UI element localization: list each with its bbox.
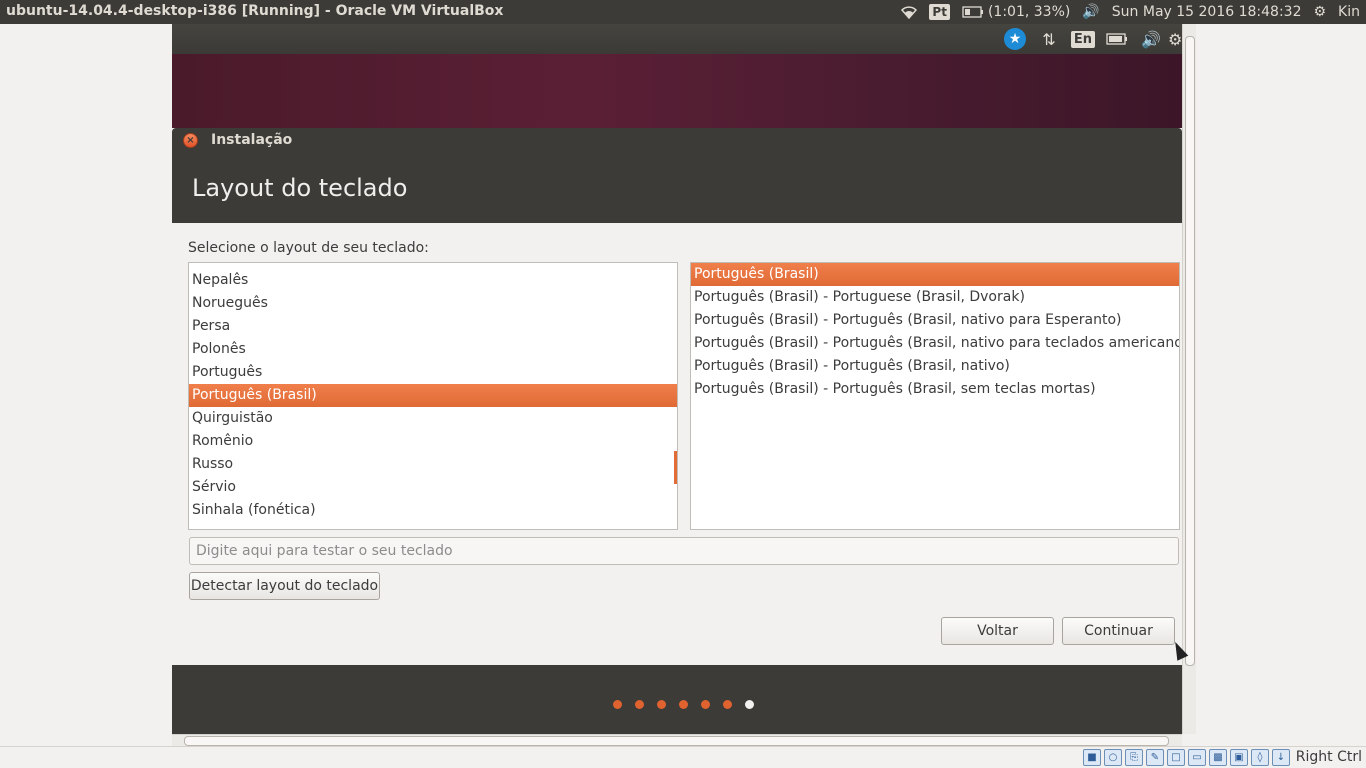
layout-list-item[interactable]: Sérvio bbox=[189, 476, 677, 499]
progress-dots bbox=[613, 700, 754, 709]
layout-list-item[interactable]: Sinhala (fonética) bbox=[189, 499, 677, 522]
list-item-partial[interactable] bbox=[189, 263, 677, 267]
host-top-bar: ubuntu-14.04.4-desktop-i386 [Running] - … bbox=[0, 0, 1366, 24]
mouse-integration-icon[interactable]: ↓ bbox=[1272, 749, 1290, 766]
gear-icon[interactable]: ⚙ bbox=[1168, 24, 1182, 54]
layout-list-item[interactable]: Russo bbox=[189, 453, 677, 476]
horizontal-scrollbar[interactable] bbox=[172, 734, 1182, 746]
virtualbox-frame: ★ ⇅ En 🔊 ⚙ × Instalação Layout do teclad… bbox=[0, 24, 1366, 746]
variant-list-item[interactable]: Português (Brasil) - Português (Brasil, … bbox=[691, 332, 1179, 355]
volume-icon[interactable]: 🔊 bbox=[1076, 0, 1105, 24]
guest-indicators: ★ ⇅ En 🔊 ⚙ bbox=[998, 24, 1182, 54]
close-icon: × bbox=[186, 134, 195, 146]
gear-icon[interactable]: ⚙ bbox=[1307, 0, 1332, 24]
installer-header: Layout do teclado bbox=[172, 152, 1182, 223]
variant-list-item[interactable]: Português (Brasil) bbox=[691, 263, 1179, 286]
installer-titlebar: × Instalação bbox=[172, 128, 1182, 152]
battery-indicator[interactable]: (1:01, 33%) bbox=[956, 0, 1076, 24]
battery-icon[interactable] bbox=[1100, 24, 1134, 54]
keyboard-badge: En bbox=[1070, 30, 1096, 48]
optical-drive-icon[interactable]: ○ bbox=[1104, 749, 1122, 766]
layout-list-item[interactable]: Português (Brasil) bbox=[189, 384, 677, 407]
close-button[interactable]: × bbox=[183, 133, 198, 148]
installer-window: × Instalação Layout do teclado Selecione… bbox=[172, 128, 1182, 734]
layout-prompt: Selecione o layout de seu teclado: bbox=[188, 240, 429, 256]
installer-title: Instalação bbox=[211, 132, 293, 148]
layout-list-item[interactable]: Português bbox=[189, 361, 677, 384]
progress-footer bbox=[172, 665, 1182, 734]
vertical-scrollbar[interactable] bbox=[1182, 24, 1196, 734]
host-key-label: Right Ctrl bbox=[1295, 749, 1362, 765]
continue-button[interactable]: Continuar bbox=[1062, 617, 1175, 645]
video-capture-icon[interactable]: ▣ bbox=[1230, 749, 1248, 766]
shared-folder-icon[interactable]: □ bbox=[1167, 749, 1185, 766]
virtualbox-status-bar: ■ ○ ⎘ ✎ □ ▭ ▩ ▣ ◊ ↓ Right Ctrl bbox=[0, 746, 1366, 768]
detect-layout-button[interactable]: Detectar layout do teclado bbox=[189, 572, 380, 600]
variant-list-item[interactable]: Português (Brasil) - Português (Brasil, … bbox=[691, 378, 1179, 401]
battery-text: (1:01, 33%) bbox=[987, 4, 1071, 20]
layout-list-item[interactable]: Nepalês bbox=[189, 269, 677, 292]
pen-icon[interactable]: ✎ bbox=[1146, 749, 1164, 766]
clock[interactable]: Sun May 15 2016 18:48:32 bbox=[1106, 0, 1308, 24]
status-icons: ■ ○ ⎘ ✎ □ ▭ ▩ ▣ ◊ ↓ bbox=[1083, 749, 1290, 766]
volume-icon[interactable]: 🔊 bbox=[1134, 24, 1168, 54]
host-system-tray: Pt (1:01, 33%) 🔊 Sun May 15 2016 18:48:3… bbox=[895, 0, 1366, 24]
progress-dot bbox=[679, 700, 688, 709]
vm-screen[interactable]: ★ ⇅ En 🔊 ⚙ × Instalação Layout do teclad… bbox=[172, 24, 1182, 734]
back-button[interactable]: Voltar bbox=[941, 617, 1054, 645]
layout-list-item[interactable]: Norueguês bbox=[189, 292, 677, 315]
vertical-scrollbar-thumb[interactable] bbox=[1185, 36, 1195, 666]
progress-dot bbox=[657, 700, 666, 709]
wifi-icon[interactable] bbox=[895, 0, 923, 24]
network-icon[interactable]: ▩ bbox=[1209, 749, 1227, 766]
input-method-badge: Pt bbox=[929, 4, 950, 20]
layout-list-item[interactable]: Quirguistão bbox=[189, 407, 677, 430]
cpu-icon[interactable]: ◊ bbox=[1251, 749, 1269, 766]
desktop-wallpaper bbox=[172, 54, 1182, 128]
progress-dot bbox=[613, 700, 622, 709]
progress-dot bbox=[635, 700, 644, 709]
layout-list-item[interactable]: Persa bbox=[189, 315, 677, 338]
keyboard-test-input[interactable] bbox=[189, 537, 1179, 565]
guest-top-panel: ★ ⇅ En 🔊 ⚙ bbox=[172, 24, 1182, 54]
variant-list-item[interactable]: Português (Brasil) - Português (Brasil, … bbox=[691, 355, 1179, 378]
progress-dot bbox=[723, 700, 732, 709]
keyboard-variant-list[interactable]: Português (Brasil) Português (Brasil) - P… bbox=[690, 262, 1180, 530]
layout-list-item[interactable]: Polonês bbox=[189, 338, 677, 361]
layout-list-item[interactable]: Romênio bbox=[189, 430, 677, 453]
page-title: Layout do teclado bbox=[192, 174, 408, 202]
input-method-indicator[interactable]: Pt bbox=[923, 0, 956, 24]
hard-disk-icon[interactable]: ■ bbox=[1083, 749, 1101, 766]
variant-list-item[interactable]: Português (Brasil) - Portuguese (Brasil,… bbox=[691, 286, 1179, 309]
keyboard-layout-indicator[interactable]: En bbox=[1066, 24, 1100, 54]
keyboard-layout-list[interactable]: Nepalês Norueguês Persa Polonês Português Por… bbox=[188, 262, 678, 530]
display-icon[interactable]: ▭ bbox=[1188, 749, 1206, 766]
usb-icon[interactable]: ⎘ bbox=[1125, 749, 1143, 766]
progress-dot bbox=[745, 700, 754, 709]
progress-dot bbox=[701, 700, 710, 709]
layout-list-scrollbar[interactable] bbox=[674, 451, 677, 484]
horizontal-scrollbar-thumb[interactable] bbox=[184, 736, 1169, 746]
network-updown-icon[interactable]: ⇅ bbox=[1032, 24, 1066, 54]
variant-list-item[interactable]: Português (Brasil) - Português (Brasil, … bbox=[691, 309, 1179, 332]
accessibility-icon[interactable]: ★ bbox=[998, 24, 1032, 54]
battery-icon bbox=[962, 6, 983, 18]
host-window-title: ubuntu-14.04.4-desktop-i386 [Running] - … bbox=[6, 3, 504, 19]
user-name[interactable]: Kin bbox=[1332, 0, 1366, 24]
